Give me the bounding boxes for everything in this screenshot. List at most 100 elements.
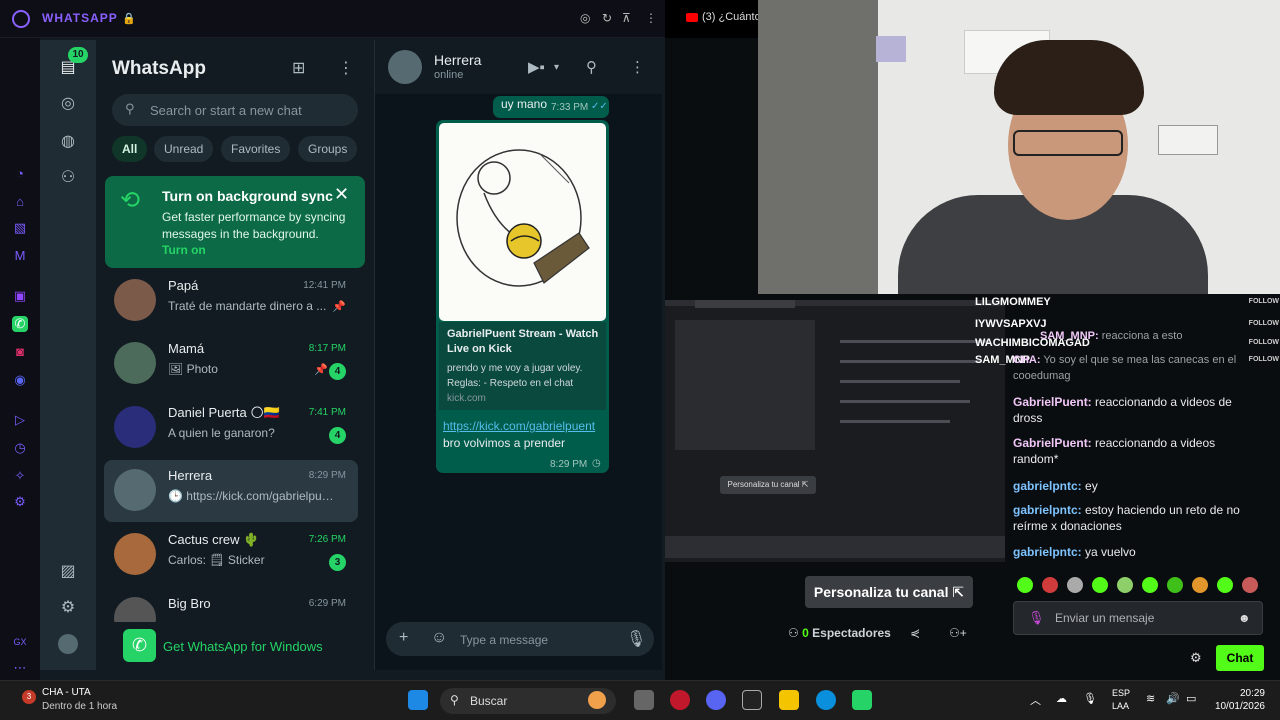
turn-on-link[interactable]: Turn on	[162, 243, 206, 257]
opera-gx-icon[interactable]	[670, 690, 690, 710]
file-explorer-icon[interactable]	[779, 690, 799, 710]
unread-badge: 10	[68, 47, 88, 63]
emote-icon[interactable]	[1117, 577, 1133, 593]
emote-icon[interactable]	[1017, 577, 1033, 593]
reload-icon[interactable]: ↻	[602, 11, 612, 25]
profile-avatar[interactable]	[58, 634, 78, 654]
crypto-icon[interactable]: ⌂	[12, 194, 28, 210]
clock-date[interactable]: 10/01/2026	[1205, 701, 1265, 712]
battery-icon[interactable]: ▭	[1186, 692, 1196, 705]
emote-icon[interactable]	[1167, 577, 1183, 593]
chat-username[interactable]: SAM_MNP:	[1040, 330, 1099, 342]
play-icon[interactable]: ▷	[12, 412, 28, 428]
gear-icon[interactable]: ⚙	[1190, 650, 1202, 666]
chat-list-item[interactable]: Herrera 8:29 PM 🕒 https://kick.com/gabriel…	[104, 460, 358, 522]
m-icon[interactable]: M	[12, 248, 28, 264]
chevron-up-icon[interactable]: ︿	[1030, 692, 1041, 708]
opera-logo-icon[interactable]	[12, 10, 30, 28]
media-icon[interactable]: ▨	[58, 562, 78, 582]
chat-list-item[interactable]: Big Bro 6:29 PM	[104, 588, 358, 622]
chat-list-item[interactable]: Papá 12:41 PM Traté de mandarte dinero a .…	[104, 270, 358, 332]
twitch-icon[interactable]: ▣	[12, 288, 28, 304]
emoji-icon[interactable]: ☺	[431, 629, 447, 647]
settings-icon[interactable]: ⚙	[58, 598, 78, 618]
emote-icon[interactable]	[1042, 577, 1058, 593]
communities-icon[interactable]: ⚇	[58, 168, 78, 188]
attach-icon[interactable]: +	[399, 629, 408, 647]
chat-username[interactable]: GabrielPuent:	[1013, 436, 1092, 450]
youtube-tab[interactable]: (3) ¿Cuánto	[686, 11, 761, 23]
menu-icon[interactable]: ⋮	[338, 58, 354, 78]
customize-channel-button[interactable]: Personaliza tu canal ⇱	[805, 576, 973, 608]
contact-avatar[interactable]	[388, 50, 422, 84]
instagram-icon[interactable]: ◙	[12, 344, 28, 360]
capcut-icon[interactable]	[742, 690, 762, 710]
add-user-icon[interactable]: ⚇+	[949, 626, 967, 640]
search-icon[interactable]: ⚲	[586, 58, 597, 76]
windows-start-icon[interactable]	[408, 690, 428, 710]
video-call-icon[interactable]: ▶︎▪	[528, 58, 545, 76]
get-windows-link[interactable]: Get WhatsApp for Windows	[163, 639, 323, 654]
emote-icon[interactable]	[1242, 577, 1258, 593]
weather-badge[interactable]: 3	[22, 690, 36, 704]
filter-all[interactable]: All	[112, 136, 148, 162]
chat-username[interactable]: gabrielpntc:	[1013, 479, 1082, 493]
filter-unread[interactable]: Unread	[154, 136, 214, 162]
extensions-icon[interactable]: ✧	[12, 468, 28, 484]
player-icon[interactable]: ▧	[12, 220, 28, 236]
message-link[interactable]: https://kick.com/gabrielpuent	[443, 419, 595, 433]
task-view-icon[interactable]	[634, 690, 654, 710]
camera-icon[interactable]: ◎	[580, 11, 590, 25]
whatsapp-icon[interactable]: ✆	[12, 316, 28, 332]
wifi-icon[interactable]: ≋	[1146, 692, 1155, 705]
status-icon[interactable]: ◎	[58, 94, 78, 114]
chat-username[interactable]: gabrielpntc:	[1013, 545, 1082, 559]
edge-icon[interactable]	[816, 690, 836, 710]
link-preview-image[interactable]	[439, 123, 606, 321]
discord-icon[interactable]: ◉	[12, 372, 28, 388]
pin-icon[interactable]: ⊼	[622, 11, 631, 25]
gx-icon[interactable]: GX	[12, 634, 28, 650]
message-input[interactable]	[460, 631, 600, 649]
whatsapp-taskbar-icon[interactable]	[852, 690, 872, 710]
aria-icon[interactable]: ◔	[12, 166, 28, 182]
chat-send-button[interactable]: Chat	[1216, 645, 1264, 671]
emote-icon[interactable]	[1217, 577, 1233, 593]
chat-list-item[interactable]: Cactus crew 🌵 7:26 PM Carlos: 🗒 Sticker 3	[104, 524, 358, 586]
more-dots-icon[interactable]: ⋯	[12, 660, 28, 676]
more-icon[interactable]: ⋮	[645, 11, 657, 25]
keyboard-layout[interactable]: LAA	[1112, 701, 1129, 711]
chevron-down-icon[interactable]: ▾	[554, 62, 559, 73]
chat-username[interactable]: GabrielPuent:	[1013, 395, 1092, 409]
emote-icon[interactable]	[1192, 577, 1208, 593]
chat-username[interactable]: CHA:	[1013, 354, 1041, 366]
chat-username[interactable]: gabrielpntc:	[1013, 503, 1082, 517]
microphone-icon[interactable]: 🎙	[1028, 610, 1045, 626]
input-language[interactable]: ESP	[1112, 688, 1130, 698]
share-icon[interactable]: ⋞	[910, 626, 920, 640]
contact-name[interactable]: Herrera	[434, 52, 481, 68]
search-placeholder: Search or start a new chat	[150, 103, 302, 118]
volume-icon[interactable]: 🔊	[1166, 692, 1180, 705]
settings-icon[interactable]: ⚙	[12, 494, 28, 510]
onedrive-icon[interactable]: ☁	[1056, 692, 1067, 705]
microphone-icon[interactable]: 🎙	[1083, 692, 1097, 705]
filter-favorites[interactable]: Favorites	[221, 136, 291, 162]
menu-icon[interactable]: ⋮	[630, 58, 645, 76]
chat-name: Mamá	[168, 341, 205, 356]
emote-icon[interactable]	[1067, 577, 1083, 593]
new-chat-icon[interactable]: ⊞	[292, 58, 305, 78]
weather-title[interactable]: CHA - UTA	[42, 687, 91, 698]
channels-icon[interactable]: ◍	[58, 132, 78, 152]
history-icon[interactable]: ◷	[12, 440, 28, 456]
microphone-icon[interactable]: 🎙	[626, 629, 646, 649]
chat-list-item[interactable]: Daniel Puerta 🌕🇨🇴 7:41 PM A quien le ganar…	[104, 397, 358, 459]
chat-list-item[interactable]: Mamá 8:17 PM 🖼 Photo 4 📌	[104, 333, 358, 395]
emoji-icon[interactable]: ☻	[1238, 611, 1251, 625]
emote-icon[interactable]	[1092, 577, 1108, 593]
clock-time[interactable]: 20:29	[1215, 688, 1265, 699]
discord-icon[interactable]	[706, 690, 726, 710]
close-icon[interactable]: ✕	[334, 184, 349, 205]
filter-groups[interactable]: Groups	[298, 136, 358, 162]
emote-icon[interactable]	[1142, 577, 1158, 593]
